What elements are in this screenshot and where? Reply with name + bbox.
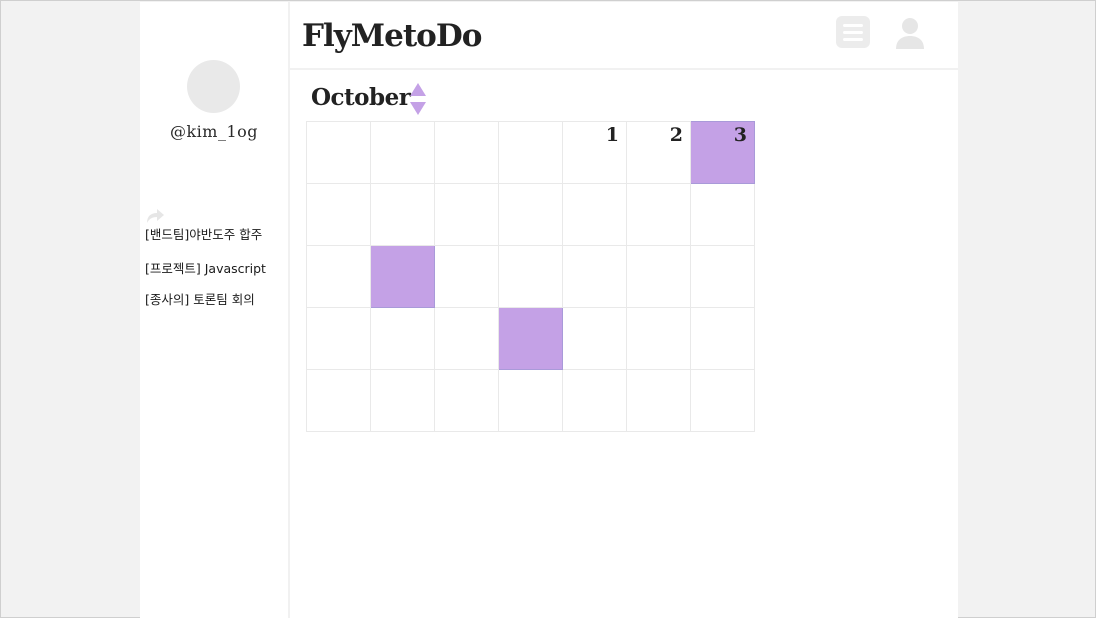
app-title[interactable]: FlyMetoDo — [302, 18, 482, 54]
task-item[interactable]: [프로젝트] Javascript — [145, 260, 266, 278]
menu-icon-bar — [843, 23, 863, 27]
calendar-day[interactable] — [690, 307, 755, 370]
day-number — [435, 308, 498, 310]
day-number — [371, 184, 434, 186]
calendar-day[interactable] — [562, 307, 627, 370]
calendar-day[interactable] — [498, 369, 563, 432]
header: FlyMetoDo — [290, 2, 958, 70]
calendar-week — [306, 369, 755, 432]
calendar-day[interactable] — [626, 183, 691, 246]
calendar-week — [306, 245, 755, 308]
calendar-day[interactable] — [370, 369, 435, 432]
calendar-day-marked[interactable] — [498, 307, 563, 370]
menu-button[interactable] — [836, 16, 870, 48]
day-number — [691, 246, 754, 248]
calendar-day[interactable] — [626, 307, 691, 370]
calendar-day[interactable] — [434, 369, 499, 432]
calendar-week — [306, 183, 755, 246]
day-number: 2 — [669, 124, 683, 146]
day-number — [499, 122, 562, 124]
calendar-day[interactable] — [306, 183, 371, 246]
day-number — [371, 370, 434, 372]
calendar-day[interactable] — [434, 121, 499, 184]
task-list: [밴드팀]야반도주 합주 [프로젝트] Javascript [종사의] 토론팀… — [145, 226, 266, 309]
day-number — [371, 122, 434, 124]
day-number — [563, 370, 626, 372]
day-number — [499, 184, 562, 186]
calendar-day[interactable] — [370, 121, 435, 184]
day-number — [499, 246, 562, 248]
day-number — [371, 246, 434, 248]
calendar-day[interactable] — [306, 307, 371, 370]
day-number: 3 — [733, 124, 747, 146]
calendar-grid: 1 2 3 — [306, 121, 755, 432]
calendar-day[interactable]: 1 — [562, 121, 627, 184]
day-number — [691, 184, 754, 186]
menu-icon-bar — [843, 37, 863, 41]
user-icon[interactable] — [894, 16, 926, 50]
calendar-day[interactable] — [626, 369, 691, 432]
calendar-day-marked[interactable]: 3 — [690, 121, 755, 184]
calendar-day[interactable] — [306, 369, 371, 432]
calendar-day[interactable] — [434, 307, 499, 370]
day-number — [627, 308, 690, 310]
month-label: October — [311, 84, 411, 111]
day-number — [499, 308, 562, 310]
day-number — [307, 246, 370, 248]
day-number — [691, 370, 754, 372]
calendar-day[interactable] — [690, 183, 755, 246]
day-number — [307, 308, 370, 310]
calendar-day[interactable] — [498, 245, 563, 308]
app-page: @kim_1og [밴드팀]야반도주 합주 [프로젝트] Javascript … — [140, 2, 958, 618]
day-number — [691, 308, 754, 310]
calendar-day[interactable] — [434, 245, 499, 308]
share-icon[interactable] — [145, 207, 165, 225]
calendar-day[interactable] — [690, 369, 755, 432]
calendar-day[interactable] — [370, 183, 435, 246]
day-number — [371, 308, 434, 310]
username: @kim_1og — [169, 122, 259, 141]
calendar-day[interactable] — [690, 245, 755, 308]
day-number — [307, 184, 370, 186]
calendar-day[interactable] — [562, 183, 627, 246]
calendar-day-marked[interactable] — [370, 245, 435, 308]
calendar-day[interactable] — [498, 121, 563, 184]
calendar-week — [306, 307, 755, 370]
triangle-down-icon[interactable] — [409, 101, 427, 116]
day-number — [499, 370, 562, 372]
calendar-day[interactable] — [562, 245, 627, 308]
triangle-up-icon[interactable] — [409, 82, 427, 97]
day-number — [435, 184, 498, 186]
day-number — [435, 122, 498, 124]
menu-icon-bar — [843, 30, 863, 34]
calendar-day[interactable] — [626, 245, 691, 308]
avatar[interactable] — [187, 60, 240, 113]
calendar-day[interactable] — [306, 121, 371, 184]
day-number — [627, 246, 690, 248]
task-item[interactable]: [밴드팀]야반도주 합주 — [145, 226, 266, 244]
day-number — [307, 370, 370, 372]
day-number — [563, 246, 626, 248]
task-item[interactable]: [종사의] 토론팀 회의 — [145, 291, 266, 309]
calendar-day[interactable]: 2 — [626, 121, 691, 184]
day-number — [435, 370, 498, 372]
day-number — [307, 122, 370, 124]
day-number: 1 — [605, 124, 619, 146]
day-number — [563, 184, 626, 186]
sidebar: @kim_1og [밴드팀]야반도주 합주 [프로젝트] Javascript … — [140, 2, 290, 618]
day-number — [627, 184, 690, 186]
calendar-day[interactable] — [370, 307, 435, 370]
calendar-day[interactable] — [434, 183, 499, 246]
day-number — [627, 370, 690, 372]
calendar-day[interactable] — [306, 245, 371, 308]
day-number — [563, 308, 626, 310]
calendar-week: 1 2 3 — [306, 121, 755, 184]
day-number — [435, 246, 498, 248]
calendar-day[interactable] — [498, 183, 563, 246]
calendar-day[interactable] — [562, 369, 627, 432]
